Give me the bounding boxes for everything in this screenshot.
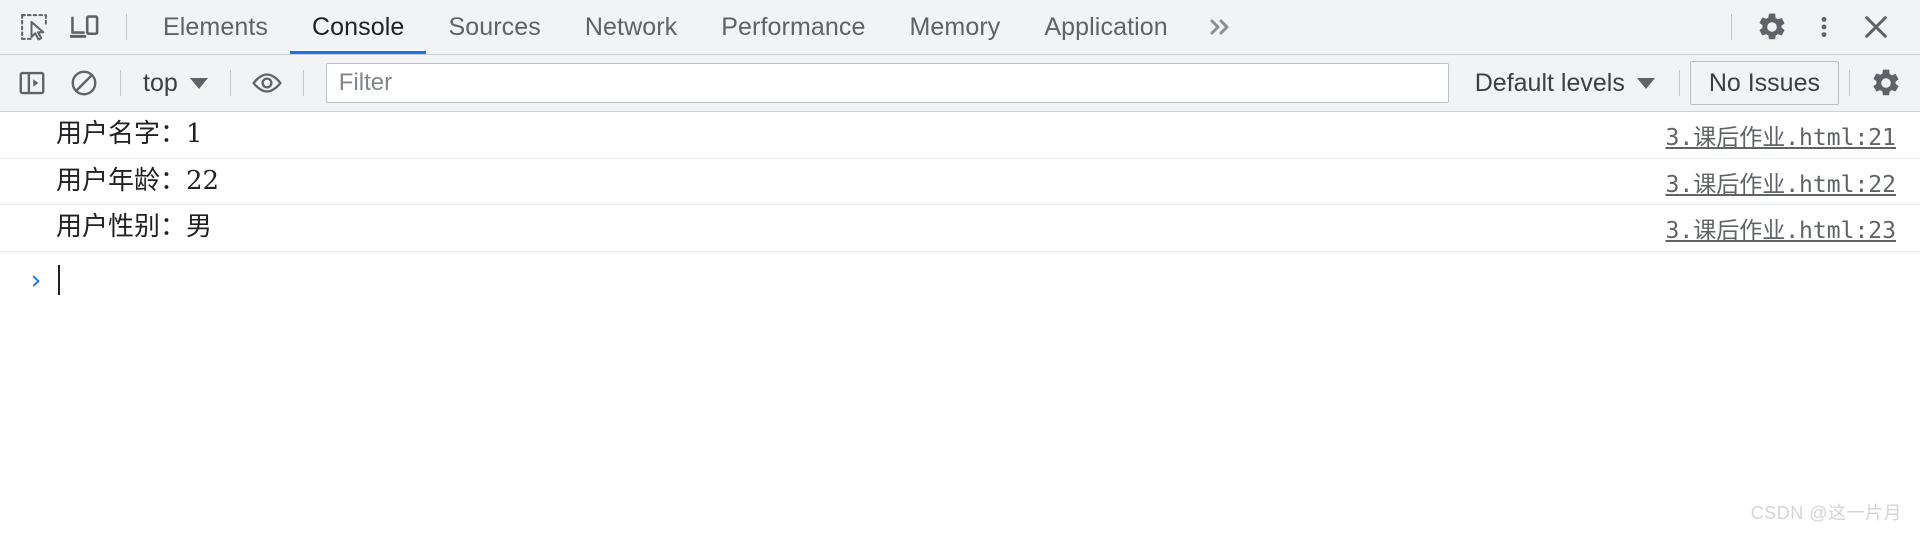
issues-button[interactable]: No Issues	[1689, 61, 1839, 105]
tabbar-actions	[1717, 0, 1920, 54]
active-tab-indicator	[290, 51, 427, 54]
tabbar-divider	[126, 14, 127, 40]
close-icon[interactable]	[1850, 4, 1902, 50]
log-levels-selector[interactable]: Default levels	[1461, 69, 1669, 98]
eye-icon[interactable]	[241, 61, 293, 105]
console-message-text: 用户名字：1	[56, 119, 203, 149]
log-levels-label: Default levels	[1474, 68, 1625, 97]
gear-icon[interactable]	[1860, 61, 1912, 105]
console-message-source-link[interactable]: 3.课后作业.html:23	[1666, 211, 1908, 245]
console-prompt-row[interactable]: ›	[0, 252, 1920, 310]
tab-label: Memory	[909, 12, 1001, 41]
toolbar-divider-1	[120, 70, 121, 96]
toolbar-divider-2	[229, 70, 231, 96]
devtools-panel: Elements Console Sources Network Perform…	[0, 0, 1920, 533]
tab-label: Elements	[163, 12, 269, 41]
devtools-tab-list: Elements Console Sources Network Perform…	[141, 0, 1252, 54]
toolbar-divider-3	[302, 70, 304, 96]
inspect-element-icon[interactable]	[8, 4, 60, 50]
console-message-source-link[interactable]: 3.课后作业.html:22	[1666, 165, 1908, 199]
execution-context-label: top	[143, 68, 178, 97]
tab-label: Application	[1044, 12, 1168, 41]
filter-placeholder: Filter	[338, 69, 393, 96]
toolbar-divider-5	[1849, 70, 1850, 96]
console-message-list[interactable]: 用户名字：1 3.课后作业.html:21 用户年龄：22 3.课后作业.htm…	[0, 112, 1920, 533]
tab-label: Console	[312, 12, 405, 41]
console-toolbar: top Filter Default levels No Issues	[0, 55, 1920, 112]
console-message-row[interactable]: 用户年龄：22 3.课后作业.html:22	[0, 159, 1920, 206]
tabbar-right-divider	[1731, 14, 1732, 40]
more-tabs-button[interactable]	[1190, 0, 1252, 54]
tab-performance[interactable]: Performance	[699, 0, 887, 54]
gear-icon[interactable]	[1746, 4, 1798, 50]
tab-network[interactable]: Network	[563, 0, 699, 54]
tab-elements[interactable]: Elements	[141, 0, 290, 54]
kebab-menu-icon[interactable]	[1798, 4, 1850, 50]
chevron-down-icon	[1636, 77, 1655, 89]
tab-label: Performance	[721, 12, 866, 41]
console-sidebar-icon[interactable]	[6, 61, 58, 105]
devtools-tabbar: Elements Console Sources Network Perform…	[0, 0, 1920, 55]
execution-context-selector[interactable]: top	[131, 65, 220, 101]
console-message-text: 用户性别：男	[56, 212, 213, 243]
double-chevron-right-icon	[1210, 19, 1229, 35]
tab-memory[interactable]: Memory	[887, 0, 1022, 54]
console-message-source-link[interactable]: 3.课后作业.html:21	[1666, 118, 1908, 152]
clear-console-icon[interactable]	[58, 61, 110, 105]
chevron-down-icon	[189, 77, 208, 89]
toolbar-divider-4	[1678, 70, 1680, 96]
tab-label: Sources	[448, 12, 541, 41]
tab-sources[interactable]: Sources	[426, 0, 562, 54]
console-message-row[interactable]: 用户性别：男 3.课后作业.html:23	[0, 205, 1920, 253]
watermark: CSDN @这一片月	[1750, 503, 1902, 523]
device-toolbar-icon[interactable]	[60, 4, 112, 50]
console-message-row[interactable]: 用户名字：1 3.课后作业.html:21	[0, 112, 1920, 159]
issues-button-label: No Issues	[1708, 68, 1820, 97]
console-message-text: 用户年龄：22	[56, 165, 220, 196]
tab-console[interactable]: Console	[290, 0, 427, 54]
console-input-caret	[58, 265, 60, 296]
tab-label: Network	[584, 12, 678, 41]
filter-input[interactable]: Filter	[325, 63, 1449, 103]
prompt-chevron-icon: ›	[30, 264, 42, 296]
tab-application[interactable]: Application	[1022, 0, 1189, 54]
